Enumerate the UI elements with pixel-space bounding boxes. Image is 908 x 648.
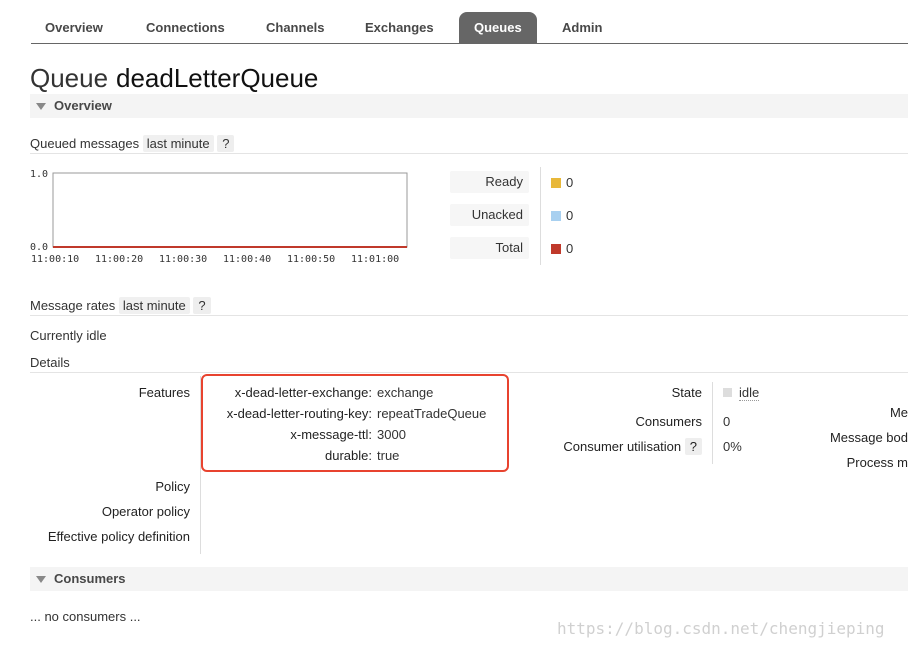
rates-help-button[interactable]: ? xyxy=(193,297,211,314)
tab-channels[interactable]: Channels xyxy=(266,20,325,35)
state-value[interactable]: idle xyxy=(739,385,760,401)
right-col-label: Me xyxy=(760,405,908,420)
legend-total-swatch xyxy=(551,244,561,254)
nav-underline xyxy=(31,43,908,44)
tab-exchanges[interactable]: Exchanges xyxy=(365,20,434,35)
consumer-utilisation-value: 0% xyxy=(723,439,742,454)
feature-key: x-dead-letter-routing-key: xyxy=(226,406,372,421)
consumers-section-label: Consumers xyxy=(54,571,126,586)
divider xyxy=(30,372,908,373)
collapse-triangle-icon xyxy=(36,576,46,583)
utilisation-help-button[interactable]: ? xyxy=(684,438,702,455)
legend-ready-label: Ready xyxy=(450,171,529,193)
message-rates-label: Message rates xyxy=(30,298,116,313)
tab-queues[interactable]: Queues xyxy=(459,12,537,43)
x-tick-label: 11:00:10 xyxy=(31,254,79,265)
divider xyxy=(30,153,908,154)
consumer-utilisation-text: Consumer utilisation xyxy=(563,439,682,454)
legend-ready-value: 0 xyxy=(566,175,574,190)
message-rates-heading: Message rates last minute ? xyxy=(30,297,211,314)
x-tick-label: 11:00:40 xyxy=(223,254,271,265)
legend-total-label: Total xyxy=(450,237,529,259)
tab-overview[interactable]: Overview xyxy=(45,20,103,35)
x-tick-label: 11:01:00 xyxy=(351,254,399,265)
queued-messages-label: Queued messages xyxy=(30,136,140,151)
y-tick-label: 0.0 xyxy=(30,242,48,253)
right-col-label: Process m xyxy=(760,455,908,470)
feature-value: exchange xyxy=(377,385,434,400)
legend-unacked-swatch xyxy=(551,211,561,221)
feature-key: x-message-ttl: xyxy=(290,427,372,442)
right-col-label-text: Message bod xyxy=(829,430,908,445)
right-col-label: Message bod xyxy=(760,430,908,445)
chart-plot-area xyxy=(52,172,408,248)
consumer-utilisation-label: Consumer utilisation ? xyxy=(500,438,702,455)
effective-policy-label: Effective policy definition xyxy=(47,529,190,544)
y-tick-label: 1.0 xyxy=(30,169,48,180)
consumers-section-toggle[interactable]: Consumers xyxy=(30,567,908,591)
policy-label: Policy xyxy=(155,479,190,494)
legend-divider xyxy=(540,167,541,265)
features-label: Features xyxy=(138,385,190,400)
queued-range-selector[interactable]: last minute xyxy=(142,135,214,152)
queued-messages-chart: 11:00:10 11:00:20 11:00:30 11:00:40 11:00:50… xyxy=(30,169,408,265)
details-divider-middle xyxy=(712,382,713,464)
page-title-queue-name: deadLetterQueue xyxy=(116,63,319,93)
queued-messages-heading: Queued messages last minute ? xyxy=(30,135,235,152)
no-consumers-text: ... no consumers ... xyxy=(30,609,141,624)
consumers-label: Consumers xyxy=(635,414,702,429)
overview-section-toggle[interactable]: Overview xyxy=(30,94,908,118)
feature-value: repeatTradeQueue xyxy=(377,406,487,421)
tab-admin[interactable]: Admin xyxy=(562,20,602,35)
legend-unacked-value: 0 xyxy=(566,208,574,223)
x-tick-label: 11:00:50 xyxy=(287,254,335,265)
right-col-label-text: Me xyxy=(889,405,908,420)
page-title-prefix: Queue xyxy=(30,63,109,93)
details-heading: Details xyxy=(30,355,70,370)
legend-total-value: 0 xyxy=(566,241,574,256)
collapse-triangle-icon xyxy=(36,103,46,110)
feature-value: 3000 xyxy=(377,427,406,442)
queued-help-button[interactable]: ? xyxy=(217,135,235,152)
currently-idle-text: Currently idle xyxy=(30,328,107,343)
rates-range-selector[interactable]: last minute xyxy=(118,297,190,314)
operator-policy-label: Operator policy xyxy=(101,504,190,519)
feature-key: x-dead-letter-exchange: xyxy=(234,385,372,400)
legend-ready-swatch xyxy=(551,178,561,188)
state-label: State xyxy=(671,385,702,400)
consumers-value: 0 xyxy=(723,414,731,429)
feature-value: true xyxy=(377,448,400,463)
right-col-label-text: Process m xyxy=(846,455,908,470)
legend-unacked-label: Unacked xyxy=(450,204,529,226)
feature-key: durable: xyxy=(325,448,372,463)
overview-section-label: Overview xyxy=(54,98,112,113)
tab-connections[interactable]: Connections xyxy=(146,20,225,35)
divider xyxy=(30,315,908,316)
x-tick-label: 11:00:30 xyxy=(159,254,207,265)
x-tick-label: 11:00:20 xyxy=(95,254,143,265)
state-indicator-icon xyxy=(723,388,732,397)
watermark: https://blog.csdn.net/chengjieping xyxy=(557,619,885,638)
